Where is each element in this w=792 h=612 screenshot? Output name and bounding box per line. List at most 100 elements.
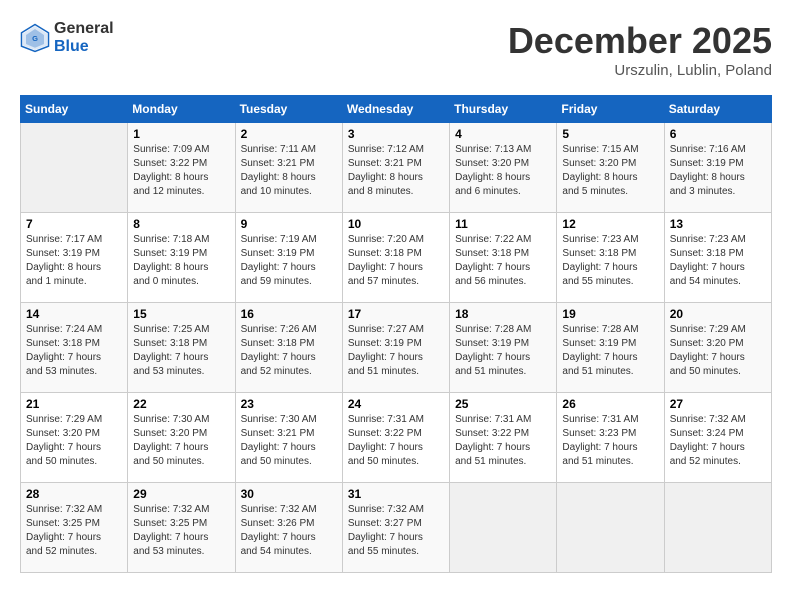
title-section: December 2025 Urszulin, Lublin, Poland — [508, 20, 772, 79]
day-info: Sunrise: 7:25 AM Sunset: 3:18 PM Dayligh… — [133, 323, 229, 379]
day-info: Sunrise: 7:29 AM Sunset: 3:20 PM Dayligh… — [670, 323, 766, 379]
logo-text: GeneralBlue — [54, 20, 114, 55]
calendar-cell: 4 Sunrise: 7:13 AM Sunset: 3:20 PM Daylig… — [450, 123, 557, 213]
weekday-header-tuesday: Tuesday — [235, 96, 342, 123]
svg-text:G: G — [32, 34, 38, 43]
day-number: 8 — [133, 217, 229, 231]
calendar-table: SundayMondayTuesdayWednesdayThursdayFrid… — [20, 95, 772, 573]
day-number: 1 — [133, 127, 229, 141]
calendar-cell: 24Sunrise: 7:31 AM Sunset: 3:22 PM Dayli… — [342, 393, 449, 483]
calendar-cell: 17 Sunrise: 7:27 AM Sunset: 3:19 PM Dayli… — [342, 303, 449, 393]
calendar-cell: 15 Sunrise: 7:25 AM Sunset: 3:18 PM Dayli… — [128, 303, 235, 393]
day-info: Sunrise: 7:32 AM Sunset: 3:25 PM Dayligh… — [26, 503, 122, 559]
day-number: 6 — [670, 127, 766, 141]
day-number: 16 — [241, 307, 337, 321]
day-info: Sunrise: 7:26 AM Sunset: 3:18 PM Dayligh… — [241, 323, 337, 379]
calendar-cell: 25Sunrise: 7:31 AM Sunset: 3:22 PM Dayli… — [450, 393, 557, 483]
day-info: Sunrise: 7:15 AM Sunset: 3:20 PM Dayligh… — [562, 143, 658, 199]
calendar-row: 21Sunrise: 7:29 AM Sunset: 3:20 PM Dayli… — [21, 393, 772, 483]
weekday-header-row: SundayMondayTuesdayWednesdayThursdayFrid… — [21, 96, 772, 123]
calendar-cell: 3 Sunrise: 7:12 AM Sunset: 3:21 PM Daylig… — [342, 123, 449, 213]
day-number: 19 — [562, 307, 658, 321]
day-number: 5 — [562, 127, 658, 141]
day-info: Sunrise: 7:31 AM Sunset: 3:23 PM Dayligh… — [562, 413, 658, 469]
calendar-row: 28Sunrise: 7:32 AM Sunset: 3:25 PM Dayli… — [21, 483, 772, 573]
day-info: Sunrise: 7:20 AM Sunset: 3:18 PM Dayligh… — [348, 233, 444, 289]
calendar-cell: 6 Sunrise: 7:16 AM Sunset: 3:19 PM Daylig… — [664, 123, 771, 213]
day-info: Sunrise: 7:23 AM Sunset: 3:18 PM Dayligh… — [562, 233, 658, 289]
logo: G GeneralBlue — [20, 20, 114, 55]
calendar-row: 7 Sunrise: 7:17 AM Sunset: 3:19 PM Daylig… — [21, 213, 772, 303]
day-info: Sunrise: 7:31 AM Sunset: 3:22 PM Dayligh… — [455, 413, 551, 469]
day-number: 10 — [348, 217, 444, 231]
day-number: 30 — [241, 487, 337, 501]
day-number: 31 — [348, 487, 444, 501]
page-header: G GeneralBlue December 2025 Urszulin, Lu… — [20, 20, 772, 79]
location-subtitle: Urszulin, Lublin, Poland — [508, 62, 772, 79]
day-number: 29 — [133, 487, 229, 501]
weekday-header-thursday: Thursday — [450, 96, 557, 123]
calendar-cell: 14Sunrise: 7:24 AM Sunset: 3:18 PM Dayli… — [21, 303, 128, 393]
day-info: Sunrise: 7:13 AM Sunset: 3:20 PM Dayligh… — [455, 143, 551, 199]
day-number: 9 — [241, 217, 337, 231]
calendar-cell: 11 Sunrise: 7:22 AM Sunset: 3:18 PM Dayli… — [450, 213, 557, 303]
day-number: 13 — [670, 217, 766, 231]
day-number: 4 — [455, 127, 551, 141]
calendar-cell: 26 Sunrise: 7:31 AM Sunset: 3:23 PM Dayli… — [557, 393, 664, 483]
day-number: 18 — [455, 307, 551, 321]
day-number: 3 — [348, 127, 444, 141]
day-info: Sunrise: 7:11 AM Sunset: 3:21 PM Dayligh… — [241, 143, 337, 199]
day-info: Sunrise: 7:32 AM Sunset: 3:24 PM Dayligh… — [670, 413, 766, 469]
calendar-cell: 18 Sunrise: 7:28 AM Sunset: 3:19 PM Dayli… — [450, 303, 557, 393]
day-number: 15 — [133, 307, 229, 321]
day-info: Sunrise: 7:27 AM Sunset: 3:19 PM Dayligh… — [348, 323, 444, 379]
calendar-cell: 1 Sunrise: 7:09 AM Sunset: 3:22 PM Daylig… — [128, 123, 235, 213]
calendar-cell: 19 Sunrise: 7:28 AM Sunset: 3:19 PM Dayli… — [557, 303, 664, 393]
month-title: December 2025 — [508, 20, 772, 62]
day-info: Sunrise: 7:16 AM Sunset: 3:19 PM Dayligh… — [670, 143, 766, 199]
day-info: Sunrise: 7:09 AM Sunset: 3:22 PM Dayligh… — [133, 143, 229, 199]
day-info: Sunrise: 7:19 AM Sunset: 3:19 PM Dayligh… — [241, 233, 337, 289]
day-info: Sunrise: 7:28 AM Sunset: 3:19 PM Dayligh… — [562, 323, 658, 379]
calendar-cell: 31Sunrise: 7:32 AM Sunset: 3:27 PM Dayli… — [342, 483, 449, 573]
calendar-cell: 13 Sunrise: 7:23 AM Sunset: 3:18 PM Dayli… — [664, 213, 771, 303]
weekday-header-sunday: Sunday — [21, 96, 128, 123]
calendar-cell: 16 Sunrise: 7:26 AM Sunset: 3:18 PM Dayli… — [235, 303, 342, 393]
calendar-cell: 22Sunrise: 7:30 AM Sunset: 3:20 PM Dayli… — [128, 393, 235, 483]
weekday-header-monday: Monday — [128, 96, 235, 123]
calendar-cell — [664, 483, 771, 573]
day-number: 20 — [670, 307, 766, 321]
day-number: 14 — [26, 307, 122, 321]
day-info: Sunrise: 7:29 AM Sunset: 3:20 PM Dayligh… — [26, 413, 122, 469]
day-number: 7 — [26, 217, 122, 231]
day-info: Sunrise: 7:17 AM Sunset: 3:19 PM Dayligh… — [26, 233, 122, 289]
calendar-row: 14Sunrise: 7:24 AM Sunset: 3:18 PM Dayli… — [21, 303, 772, 393]
calendar-cell: 29 Sunrise: 7:32 AM Sunset: 3:25 PM Dayli… — [128, 483, 235, 573]
day-info: Sunrise: 7:32 AM Sunset: 3:26 PM Dayligh… — [241, 503, 337, 559]
day-number: 23 — [241, 397, 337, 411]
day-info: Sunrise: 7:31 AM Sunset: 3:22 PM Dayligh… — [348, 413, 444, 469]
day-number: 12 — [562, 217, 658, 231]
day-info: Sunrise: 7:32 AM Sunset: 3:25 PM Dayligh… — [133, 503, 229, 559]
calendar-cell: 2Sunrise: 7:11 AM Sunset: 3:21 PM Daylig… — [235, 123, 342, 213]
day-info: Sunrise: 7:23 AM Sunset: 3:18 PM Dayligh… — [670, 233, 766, 289]
weekday-header-friday: Friday — [557, 96, 664, 123]
calendar-cell: 10 Sunrise: 7:20 AM Sunset: 3:18 PM Dayli… — [342, 213, 449, 303]
calendar-cell — [450, 483, 557, 573]
day-info: Sunrise: 7:22 AM Sunset: 3:18 PM Dayligh… — [455, 233, 551, 289]
calendar-cell: 7 Sunrise: 7:17 AM Sunset: 3:19 PM Daylig… — [21, 213, 128, 303]
calendar-cell: 21Sunrise: 7:29 AM Sunset: 3:20 PM Dayli… — [21, 393, 128, 483]
day-info: Sunrise: 7:30 AM Sunset: 3:21 PM Dayligh… — [241, 413, 337, 469]
calendar-cell — [557, 483, 664, 573]
day-number: 17 — [348, 307, 444, 321]
calendar-cell — [21, 123, 128, 213]
day-info: Sunrise: 7:18 AM Sunset: 3:19 PM Dayligh… — [133, 233, 229, 289]
day-number: 26 — [562, 397, 658, 411]
calendar-cell: 5 Sunrise: 7:15 AM Sunset: 3:20 PM Daylig… — [557, 123, 664, 213]
calendar-cell: 23 Sunrise: 7:30 AM Sunset: 3:21 PM Dayli… — [235, 393, 342, 483]
day-number: 11 — [455, 217, 551, 231]
day-info: Sunrise: 7:12 AM Sunset: 3:21 PM Dayligh… — [348, 143, 444, 199]
day-info: Sunrise: 7:28 AM Sunset: 3:19 PM Dayligh… — [455, 323, 551, 379]
weekday-header-wednesday: Wednesday — [342, 96, 449, 123]
logo-icon: G — [20, 23, 50, 53]
